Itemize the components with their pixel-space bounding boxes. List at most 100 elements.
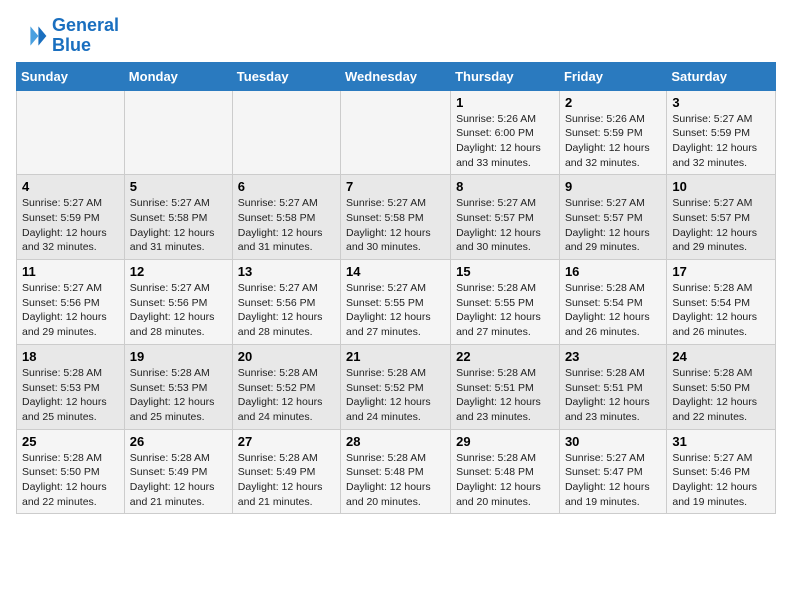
page-header: General Blue <box>16 16 776 56</box>
day-number: 2 <box>565 95 661 110</box>
day-number: 7 <box>346 179 445 194</box>
weekday-header-wednesday: Wednesday <box>341 62 451 90</box>
day-number: 29 <box>456 434 554 449</box>
day-info: Sunrise: 5:27 AM Sunset: 5:46 PM Dayligh… <box>672 451 770 510</box>
day-number: 5 <box>130 179 227 194</box>
calendar-cell: 19 Sunrise: 5:28 AM Sunset: 5:53 PM Dayli… <box>124 344 232 429</box>
weekday-header-sunday: Sunday <box>17 62 125 90</box>
day-info: Sunrise: 5:28 AM Sunset: 5:48 PM Dayligh… <box>456 451 554 510</box>
day-info: Sunrise: 5:26 AM Sunset: 6:00 PM Dayligh… <box>456 112 554 171</box>
calendar-cell: 17 Sunrise: 5:28 AM Sunset: 5:54 PM Dayli… <box>667 260 776 345</box>
day-info: Sunrise: 5:28 AM Sunset: 5:50 PM Dayligh… <box>672 366 770 425</box>
day-number: 13 <box>238 264 335 279</box>
calendar-cell: 1Sunrise: 5:26 AM Sunset: 6:00 PM Daylig… <box>451 90 560 175</box>
weekday-header-saturday: Saturday <box>667 62 776 90</box>
day-number: 18 <box>22 349 119 364</box>
calendar-cell: 8 Sunrise: 5:27 AM Sunset: 5:57 PM Daylig… <box>451 175 560 260</box>
day-info: Sunrise: 5:27 AM Sunset: 5:47 PM Dayligh… <box>565 451 661 510</box>
calendar-cell <box>341 90 451 175</box>
calendar-cell: 12 Sunrise: 5:27 AM Sunset: 5:56 PM Dayli… <box>124 260 232 345</box>
day-info: Sunrise: 5:28 AM Sunset: 5:51 PM Dayligh… <box>565 366 661 425</box>
day-number: 6 <box>238 179 335 194</box>
calendar-cell: 5 Sunrise: 5:27 AM Sunset: 5:58 PM Daylig… <box>124 175 232 260</box>
day-info: Sunrise: 5:28 AM Sunset: 5:55 PM Dayligh… <box>456 281 554 340</box>
calendar-cell: 25 Sunrise: 5:28 AM Sunset: 5:50 PM Dayli… <box>17 429 125 514</box>
day-info: Sunrise: 5:27 AM Sunset: 5:58 PM Dayligh… <box>238 196 335 255</box>
day-number: 22 <box>456 349 554 364</box>
day-number: 3 <box>672 95 770 110</box>
day-info: Sunrise: 5:28 AM Sunset: 5:54 PM Dayligh… <box>672 281 770 340</box>
day-number: 9 <box>565 179 661 194</box>
day-number: 24 <box>672 349 770 364</box>
day-info: Sunrise: 5:27 AM Sunset: 5:59 PM Dayligh… <box>22 196 119 255</box>
day-info: Sunrise: 5:27 AM Sunset: 5:57 PM Dayligh… <box>565 196 661 255</box>
calendar-cell: 10Sunrise: 5:27 AM Sunset: 5:57 PM Dayli… <box>667 175 776 260</box>
day-info: Sunrise: 5:28 AM Sunset: 5:48 PM Dayligh… <box>346 451 445 510</box>
day-info: Sunrise: 5:28 AM Sunset: 5:54 PM Dayligh… <box>565 281 661 340</box>
day-number: 17 <box>672 264 770 279</box>
day-info: Sunrise: 5:28 AM Sunset: 5:53 PM Dayligh… <box>130 366 227 425</box>
day-info: Sunrise: 5:27 AM Sunset: 5:56 PM Dayligh… <box>22 281 119 340</box>
calendar-cell: 16 Sunrise: 5:28 AM Sunset: 5:54 PM Dayli… <box>559 260 666 345</box>
weekday-header-friday: Friday <box>559 62 666 90</box>
day-number: 14 <box>346 264 445 279</box>
day-number: 23 <box>565 349 661 364</box>
calendar-cell: 9 Sunrise: 5:27 AM Sunset: 5:57 PM Daylig… <box>559 175 666 260</box>
day-info: Sunrise: 5:27 AM Sunset: 5:57 PM Dayligh… <box>456 196 554 255</box>
day-info: Sunrise: 5:28 AM Sunset: 5:49 PM Dayligh… <box>130 451 227 510</box>
day-number: 21 <box>346 349 445 364</box>
day-number: 31 <box>672 434 770 449</box>
calendar-cell: 3Sunrise: 5:27 AM Sunset: 5:59 PM Daylig… <box>667 90 776 175</box>
day-number: 15 <box>456 264 554 279</box>
day-number: 4 <box>22 179 119 194</box>
calendar-cell: 28 Sunrise: 5:28 AM Sunset: 5:48 PM Dayli… <box>341 429 451 514</box>
day-number: 12 <box>130 264 227 279</box>
day-info: Sunrise: 5:28 AM Sunset: 5:49 PM Dayligh… <box>238 451 335 510</box>
calendar-cell <box>232 90 340 175</box>
day-info: Sunrise: 5:28 AM Sunset: 5:52 PM Dayligh… <box>238 366 335 425</box>
weekday-header-thursday: Thursday <box>451 62 560 90</box>
calendar-cell <box>124 90 232 175</box>
calendar-cell <box>17 90 125 175</box>
day-number: 25 <box>22 434 119 449</box>
calendar-cell: 14 Sunrise: 5:27 AM Sunset: 5:55 PM Dayli… <box>341 260 451 345</box>
day-info: Sunrise: 5:27 AM Sunset: 5:58 PM Dayligh… <box>346 196 445 255</box>
day-number: 20 <box>238 349 335 364</box>
calendar-table: SundayMondayTuesdayWednesdayThursdayFrid… <box>16 62 776 515</box>
calendar-cell: 23 Sunrise: 5:28 AM Sunset: 5:51 PM Dayli… <box>559 344 666 429</box>
calendar-cell: 2Sunrise: 5:26 AM Sunset: 5:59 PM Daylig… <box>559 90 666 175</box>
calendar-cell: 20 Sunrise: 5:28 AM Sunset: 5:52 PM Dayli… <box>232 344 340 429</box>
calendar-cell: 31 Sunrise: 5:27 AM Sunset: 5:46 PM Dayli… <box>667 429 776 514</box>
day-number: 8 <box>456 179 554 194</box>
calendar-cell: 15 Sunrise: 5:28 AM Sunset: 5:55 PM Dayli… <box>451 260 560 345</box>
calendar-cell: 11Sunrise: 5:27 AM Sunset: 5:56 PM Dayli… <box>17 260 125 345</box>
weekday-header-tuesday: Tuesday <box>232 62 340 90</box>
calendar-cell: 18Sunrise: 5:28 AM Sunset: 5:53 PM Dayli… <box>17 344 125 429</box>
day-number: 26 <box>130 434 227 449</box>
logo: General Blue <box>16 16 119 56</box>
calendar-cell: 27 Sunrise: 5:28 AM Sunset: 5:49 PM Dayli… <box>232 429 340 514</box>
day-number: 28 <box>346 434 445 449</box>
calendar-cell: 21 Sunrise: 5:28 AM Sunset: 5:52 PM Dayli… <box>341 344 451 429</box>
day-info: Sunrise: 5:27 AM Sunset: 5:57 PM Dayligh… <box>672 196 770 255</box>
calendar-cell: 26 Sunrise: 5:28 AM Sunset: 5:49 PM Dayli… <box>124 429 232 514</box>
day-number: 30 <box>565 434 661 449</box>
day-number: 27 <box>238 434 335 449</box>
logo-icon <box>16 20 48 52</box>
calendar-cell: 29 Sunrise: 5:28 AM Sunset: 5:48 PM Dayli… <box>451 429 560 514</box>
day-number: 16 <box>565 264 661 279</box>
calendar-cell: 4 Sunrise: 5:27 AM Sunset: 5:59 PM Daylig… <box>17 175 125 260</box>
calendar-cell: 13 Sunrise: 5:27 AM Sunset: 5:56 PM Dayli… <box>232 260 340 345</box>
day-info: Sunrise: 5:28 AM Sunset: 5:52 PM Dayligh… <box>346 366 445 425</box>
day-info: Sunrise: 5:27 AM Sunset: 5:58 PM Dayligh… <box>130 196 227 255</box>
day-info: Sunrise: 5:27 AM Sunset: 5:56 PM Dayligh… <box>238 281 335 340</box>
day-number: 19 <box>130 349 227 364</box>
day-info: Sunrise: 5:28 AM Sunset: 5:50 PM Dayligh… <box>22 451 119 510</box>
calendar-cell: 6 Sunrise: 5:27 AM Sunset: 5:58 PM Daylig… <box>232 175 340 260</box>
calendar-cell: 24 Sunrise: 5:28 AM Sunset: 5:50 PM Dayli… <box>667 344 776 429</box>
calendar-cell: 22Sunrise: 5:28 AM Sunset: 5:51 PM Dayli… <box>451 344 560 429</box>
day-info: Sunrise: 5:27 AM Sunset: 5:56 PM Dayligh… <box>130 281 227 340</box>
calendar-cell: 7 Sunrise: 5:27 AM Sunset: 5:58 PM Daylig… <box>341 175 451 260</box>
day-info: Sunrise: 5:27 AM Sunset: 5:55 PM Dayligh… <box>346 281 445 340</box>
calendar-cell: 30 Sunrise: 5:27 AM Sunset: 5:47 PM Dayli… <box>559 429 666 514</box>
